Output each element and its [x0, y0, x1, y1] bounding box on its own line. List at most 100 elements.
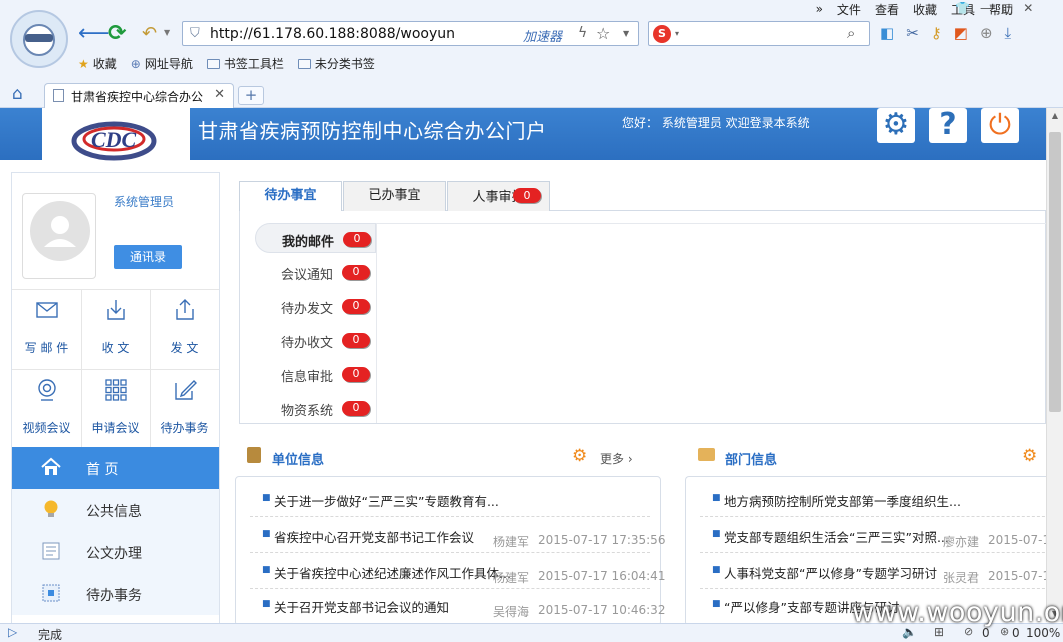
tab-todo[interactable]: 待办事宜	[239, 181, 342, 212]
search-input[interactable]	[683, 24, 843, 43]
browser-user-avatar[interactable]	[10, 10, 68, 68]
star-favorite-icon[interactable]: ☆	[596, 24, 610, 43]
menu-expand[interactable]: »	[816, 2, 823, 16]
undo-dropdown-icon[interactable]: ▼	[164, 28, 170, 37]
fav-item[interactable]: 书签工具栏	[206, 55, 284, 72]
plugin-icon[interactable]: ◩	[954, 24, 968, 42]
more-link[interactable]: 更多 ›	[600, 450, 633, 467]
search-engine-dropdown-icon[interactable]: ▾	[675, 29, 679, 38]
sogou-search-icon[interactable]: S	[653, 25, 671, 43]
quick-action-apply-meeting[interactable]: 申请会议	[81, 371, 150, 449]
sidebar-expand-icon[interactable]: ▷	[8, 625, 17, 639]
nav-item-documents[interactable]: 公文办理	[12, 531, 219, 573]
divider	[12, 369, 219, 370]
todo-item-my-mail[interactable]: 我的邮件 0	[255, 223, 376, 253]
quick-action-video-meeting[interactable]: 视频会议	[12, 371, 81, 449]
todo-label: 待办发文	[281, 302, 334, 317]
vertical-scrollbar[interactable]: ▲ ▼	[1046, 108, 1063, 622]
home-tab-icon[interactable]: ⌂	[12, 84, 23, 104]
window-controls: 👕 — □ ✕	[955, 1, 1033, 15]
unit-info-header: 单位信息 ⚙ 更多 ›	[247, 446, 637, 472]
quick-action-label: 申请会议	[91, 421, 140, 435]
quick-action-pending-tasks[interactable]: 待办事务	[150, 371, 219, 449]
nav-item-public-info[interactable]: 公共信息	[12, 489, 219, 531]
logout-button[interactable]: ⏻	[981, 108, 1019, 143]
new-tab-button[interactable]: +	[238, 86, 264, 105]
scroll-up-icon[interactable]: ▲	[1047, 108, 1063, 124]
folder-icon	[206, 58, 220, 69]
help-button[interactable]: ?	[929, 108, 967, 143]
browser-tab[interactable]: 甘肃省疾控中心综合办公 ✕	[44, 83, 234, 108]
close-tab-icon[interactable]: ✕	[214, 87, 225, 102]
quick-action-send[interactable]: 发 文	[150, 291, 219, 369]
todo-item-pending-send[interactable]: 待办发文 0	[255, 291, 376, 321]
bullet-icon: ■	[712, 529, 721, 539]
gear-icon[interactable]: ⚙	[572, 446, 587, 466]
zoom-level[interactable]: 100%	[1026, 626, 1060, 640]
fav-item[interactable]: ⊕ 网址导航	[131, 55, 193, 72]
download-arrow-icon[interactable]: ⤓	[1005, 24, 1012, 42]
nav-item-tasks[interactable]: 待办事务	[12, 573, 219, 615]
list-item[interactable]: ■ 地方病预防控制所党支部第一季度组织生...	[700, 483, 1060, 517]
toolbar-icons: ◧ ✂ ⚷ ◩ ⊕ ⤓	[880, 24, 1011, 42]
key-icon[interactable]: ⚷	[931, 24, 942, 42]
favorites-bar: ★ 收藏 ⊕ 网址导航 书签工具栏 未分类书签	[78, 55, 375, 72]
search-icon[interactable]: ⌕	[847, 24, 855, 42]
settings-button[interactable]: ⚙	[877, 108, 915, 143]
undo-icon[interactable]: ↶	[142, 22, 157, 46]
bullet-icon: ■	[262, 565, 271, 575]
address-bar[interactable]: ⛉ http://61.178.60.188:8088/wooyun 加速器 ϟ…	[182, 21, 639, 46]
list-item[interactable]: ■ 关于进一步做好“三严三实”专题教育有...	[250, 483, 650, 517]
url-dropdown-icon[interactable]: ▼	[623, 29, 629, 38]
maximize-icon[interactable]: □	[1002, 1, 1013, 15]
nav-item-home[interactable]: 首 页	[12, 447, 219, 489]
tab-hr-approval[interactable]: 人事审批 0	[447, 181, 550, 211]
minimize-icon[interactable]: —	[980, 1, 992, 15]
accelerator-label[interactable]: 加速器	[523, 26, 562, 45]
todo-item-pending-receive[interactable]: 待办收文 0	[255, 325, 376, 355]
list-item[interactable]: ■ 关于省疾控中心述纪述廉述作风工作具体... 杨建军 2015-07-17 1…	[250, 555, 665, 589]
quick-action-label: 视频会议	[22, 421, 71, 435]
todo-list: 我的邮件 0 会议通知 0 待办发文 0 待办收文 0 信息审批 0 物资系统 …	[255, 223, 378, 423]
quick-action-write-mail[interactable]: 写 邮 件	[12, 291, 81, 369]
svg-text:CDC: CDC	[91, 127, 137, 152]
sidebar-toggle-icon[interactable]: ◧	[880, 24, 894, 42]
contacts-button[interactable]: 通讯录	[114, 245, 182, 269]
document-icon	[40, 540, 62, 562]
todo-item-meeting-notice[interactable]: 会议通知 0	[255, 257, 376, 287]
gear-icon: ⚙	[882, 107, 910, 142]
fav-item[interactable]: ★ 收藏	[78, 55, 117, 72]
webcam-icon	[34, 377, 60, 403]
count-badge: 0	[342, 299, 370, 314]
tab-done[interactable]: 已办事宜	[343, 181, 446, 211]
search-box[interactable]: S ▾ ⌕	[648, 21, 870, 46]
help-icon: ?	[939, 107, 957, 142]
list-item[interactable]: ■ 人事科党支部“严以修身”专题学习研讨 张灵君 2015-07-1	[700, 555, 1060, 589]
gear-icon[interactable]: ⚙	[1022, 446, 1037, 466]
bullet-icon: ■	[712, 599, 721, 609]
fav-item[interactable]: 未分类书签	[297, 55, 375, 72]
lightning-icon[interactable]: ϟ	[578, 25, 587, 41]
scrollbar-thumb[interactable]	[1049, 132, 1061, 412]
skin-icon[interactable]: 👕	[955, 1, 970, 15]
unit-info-list: ■ 关于进一步做好“三严三实”专题教育有... ■ 省疾控中心召开党支部书记工作…	[235, 476, 665, 626]
todo-item-info-approval[interactable]: 信息审批 0	[255, 359, 376, 389]
scissors-icon[interactable]: ✂	[906, 24, 919, 42]
quick-action-receive[interactable]: 收 文	[81, 291, 150, 369]
list-item[interactable]: ■ 党支部专题组织生活会“三严三实”对照... 廖亦建 2015-07-1	[700, 519, 1060, 553]
quick-action-label: 收 文	[101, 341, 130, 355]
menu-favorites[interactable]: 收藏	[913, 1, 937, 18]
menu-view[interactable]: 查看	[875, 1, 899, 18]
refresh-icon[interactable]: ⟳	[108, 22, 126, 46]
back-arrow-icon[interactable]: ⟵	[78, 22, 110, 46]
list-item[interactable]: ■ 关于召开党支部书记会议的通知 吴得海 2015-07-17 10:46:32	[250, 589, 665, 623]
close-window-icon[interactable]: ✕	[1023, 1, 1033, 15]
dept-info-header: 部门信息 ⚙	[698, 446, 1046, 472]
url-text[interactable]: http://61.178.60.188:8088/wooyun	[210, 26, 455, 42]
more-options-icon[interactable]: ⊕	[980, 24, 993, 42]
todo-item-materials[interactable]: 物资系统 0	[255, 393, 376, 423]
nav-label: 公文办理	[86, 546, 142, 562]
todo-label: 待办收文	[281, 336, 334, 351]
list-item[interactable]: ■ 省疾控中心召开党支部书记工作会议 杨建军 2015-07-17 17:35:…	[250, 519, 665, 553]
menu-file[interactable]: 文件	[837, 1, 861, 18]
